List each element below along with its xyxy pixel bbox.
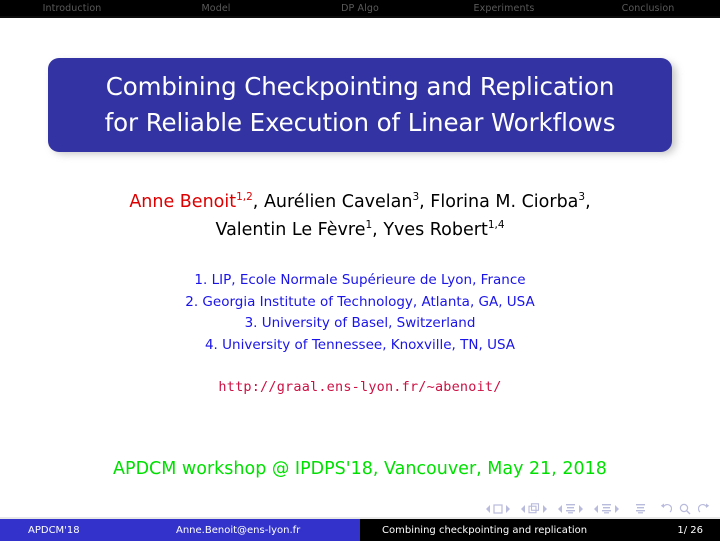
frame-stack-icon[interactable]	[528, 503, 540, 514]
author-anne-benoit: Anne Benoit	[129, 192, 237, 212]
author-line-1: Anne Benoit1,2, Aurélien Cavelan3, Flori…	[0, 188, 720, 216]
nav-section-group[interactable]	[592, 503, 621, 514]
next-section-triangle-icon[interactable]	[614, 504, 619, 513]
slide-footer: APDCM'18 Anne.Benoit@ens-lyon.fr Combini…	[0, 519, 720, 541]
nav-item-model[interactable]: Model	[144, 0, 288, 16]
nav-subsection-group[interactable]	[556, 503, 585, 514]
conference-venue-line: APDCM workshop @ IPDPS'18, Vancouver, Ma…	[0, 459, 720, 479]
author-homepage-link[interactable]: http://graal.ens-lyon.fr/~abenoit/	[0, 379, 720, 395]
title-line-1: Combining Checkpointing and Replication	[105, 72, 615, 101]
author-valentin-le-fevre: Valentin Le Fèvre	[215, 220, 366, 240]
affiliation-item: 2. Georgia Institute of Technology, Atla…	[185, 293, 535, 310]
affiliation-item: 1. LIP, Ecole Normale Supérieure de Lyon…	[194, 272, 526, 288]
nav-frame-group[interactable]	[519, 503, 549, 514]
footer-short-title: Combining checkpointing and replication	[382, 524, 588, 536]
next-subsection-triangle-icon[interactable]	[578, 504, 583, 513]
next-slide-triangle-icon[interactable]	[505, 504, 510, 513]
nav-forward-icon-group[interactable]	[698, 503, 710, 515]
nav-slide-group[interactable]	[484, 503, 512, 514]
beamer-navigation-symbols	[0, 499, 720, 518]
section-lines-icon[interactable]	[601, 503, 612, 514]
author-separator: ,	[372, 220, 384, 240]
search-icon[interactable]	[679, 503, 691, 515]
conference-venue-text: APDCM workshop @ IPDPS'18, Vancouver, Ma…	[113, 459, 607, 479]
next-frame-triangle-icon[interactable]	[542, 504, 547, 513]
nav-item-label: DP Algo	[341, 2, 379, 14]
author-line-2: Valentin Le Fèvre1, Yves Robert1,4	[0, 216, 720, 244]
nav-presentation-group[interactable]	[635, 503, 646, 514]
previous-frame-triangle-icon[interactable]	[521, 504, 526, 513]
slide-square-icon[interactable]	[493, 503, 503, 514]
footer-left-block: APDCM'18 Anne.Benoit@ens-lyon.fr	[0, 519, 360, 541]
title-line-2: for Reliable Execution of Linear Workflo…	[104, 108, 616, 137]
navigation-bar-divider	[0, 16, 720, 18]
author-aurelien-cavelan: Aurélien Cavelan	[263, 192, 413, 212]
nav-item-introduction[interactable]: Introduction	[0, 0, 144, 16]
nav-item-experiments[interactable]: Experiments	[432, 0, 576, 16]
presentation-lines-icon[interactable]	[635, 503, 646, 514]
author-separator: ,	[252, 192, 264, 212]
presentation-title-box: Combining Checkpointing and Replication …	[48, 58, 672, 152]
author-yves-robert-affiliation-marker: 1,4	[487, 219, 505, 232]
nav-search-icon-group[interactable]	[679, 503, 691, 515]
nav-item-label: Introduction	[42, 2, 102, 14]
go-forward-icon[interactable]	[698, 503, 710, 515]
author-separator: ,	[585, 192, 591, 212]
affiliation-list: 1. LIP, Ecole Normale Supérieure de Lyon…	[0, 270, 720, 356]
nav-item-label: Experiments	[473, 2, 535, 14]
author-yves-robert: Yves Robert	[383, 220, 488, 240]
affiliation-item: 4. University of Tennessee, Knoxville, T…	[204, 336, 516, 353]
author-list: Anne Benoit1,2, Aurélien Cavelan3, Flori…	[0, 188, 720, 244]
subsection-lines-icon[interactable]	[565, 503, 576, 514]
author-florina-ciorba: Florina M. Ciorba	[430, 192, 579, 212]
previous-section-triangle-icon[interactable]	[594, 504, 599, 513]
nav-item-conclusion[interactable]: Conclusion	[576, 0, 720, 16]
go-back-icon[interactable]	[660, 503, 672, 515]
footer-venue: APDCM'18	[28, 524, 80, 536]
nav-back-icon-group[interactable]	[660, 503, 672, 515]
nav-item-dp-algo[interactable]: DP Algo	[288, 0, 432, 16]
nav-item-label: Conclusion	[621, 2, 675, 14]
previous-subsection-triangle-icon[interactable]	[558, 504, 563, 513]
section-navigation-bar: Introduction Model DP Algo Experiments C…	[0, 0, 720, 16]
footer-email: Anne.Benoit@ens-lyon.fr	[176, 524, 301, 536]
affiliation-item: 3. University of Basel, Switzerland	[244, 315, 476, 331]
author-anne-benoit-affiliation-marker: 1,2	[236, 191, 253, 204]
previous-slide-triangle-icon[interactable]	[486, 504, 491, 513]
footer-right-block: Combining checkpointing and replication …	[360, 519, 720, 541]
author-separator: ,	[419, 192, 431, 212]
author-homepage-url-text: http://graal.ens-lyon.fr/~abenoit/	[218, 379, 502, 395]
nav-item-label: Model	[201, 2, 231, 14]
footer-page-number: 1/ 26	[677, 524, 703, 536]
